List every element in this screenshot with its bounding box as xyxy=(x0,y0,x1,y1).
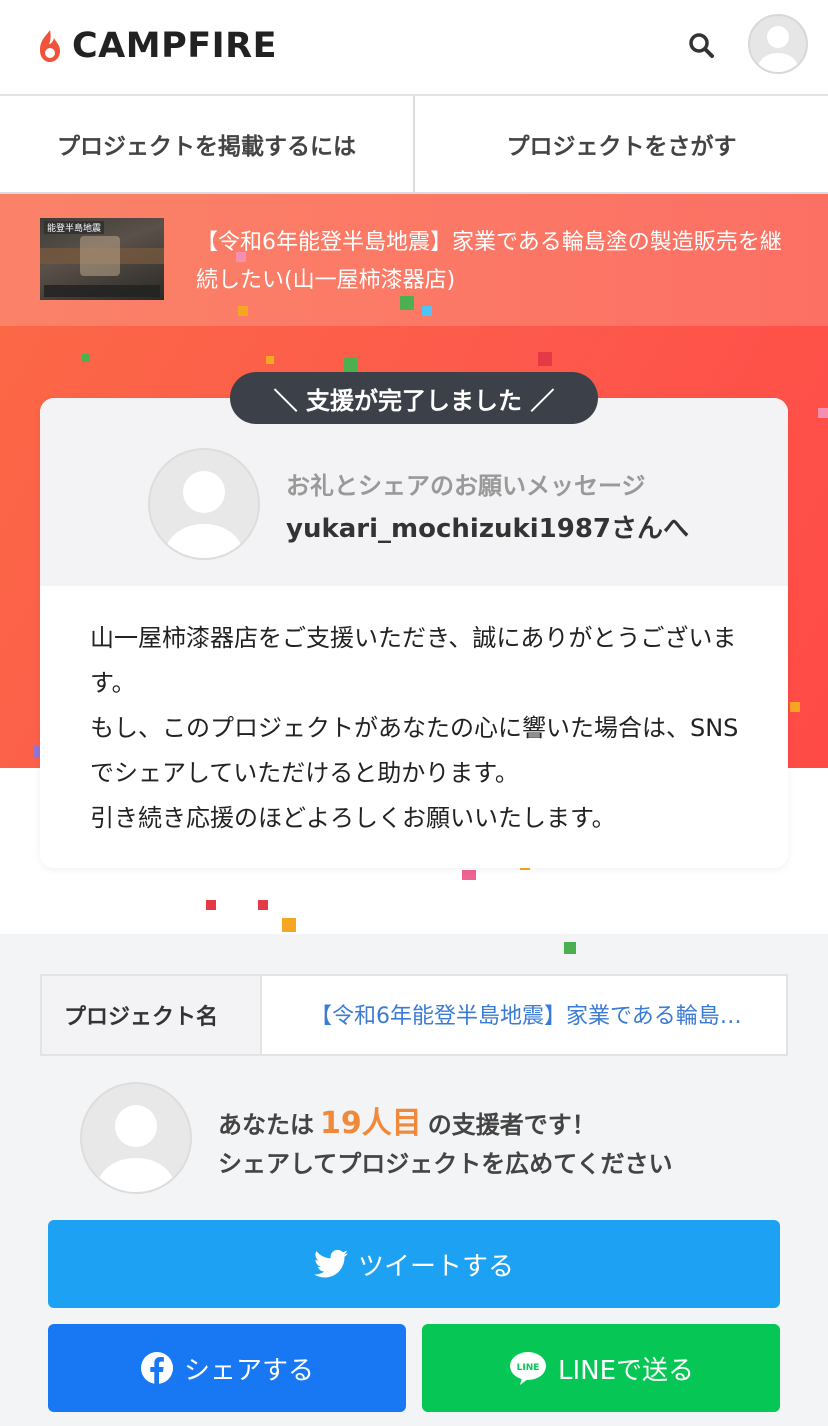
confetti xyxy=(282,918,296,932)
message-line: 山一屋柿漆器店をご支援いただき、誠にありがとうございます。 xyxy=(90,624,737,697)
flame-icon xyxy=(40,30,60,62)
user-avatar-icon xyxy=(98,1105,174,1192)
confetti xyxy=(82,354,90,362)
header: CAMPFIRE xyxy=(0,0,828,96)
project-name-link[interactable]: 【令和6年能登半島地震】家業である輪島塗の製造販売を継続したい(山一屋柿漆器店) xyxy=(262,976,786,1054)
completion-card: お礼とシェアのお願いメッセージ yukari_mochizuki1987さんへ … xyxy=(40,398,788,868)
tweet-label: ツイートする xyxy=(357,1251,514,1282)
rank-prefix: あなたは xyxy=(218,1111,314,1139)
nav-item-find-project[interactable]: プロジェクトをさがす xyxy=(415,96,828,192)
line-send-button[interactable]: LINE LINEで送る xyxy=(422,1324,780,1412)
confetti xyxy=(818,408,828,418)
line-icon: LINE xyxy=(509,1352,546,1385)
svg-text:LINE: LINE xyxy=(517,1363,540,1373)
thumbnail-caption: 能登半島地震 xyxy=(44,221,105,234)
confetti xyxy=(538,352,552,366)
owner-avatar xyxy=(148,448,260,560)
top-nav: プロジェクトを掲載するには プロジェクトをさがす xyxy=(0,96,828,194)
confetti xyxy=(266,356,274,364)
campfire-logo[interactable]: CAMPFIRE xyxy=(36,24,277,68)
line-label: LINEで送る xyxy=(557,1355,695,1386)
supporter-avatar xyxy=(80,1082,192,1194)
rank-suffix: の支援者です！ xyxy=(427,1111,596,1139)
facebook-share-button[interactable]: シェアする xyxy=(48,1324,406,1412)
message-line: もし、このプロジェクトがあなたの心に響いた場合は、SNSでシェアしていただけると… xyxy=(90,714,739,787)
confetti xyxy=(462,870,476,880)
user-avatar-icon xyxy=(758,26,798,72)
search-button[interactable] xyxy=(684,28,720,64)
confetti xyxy=(206,900,216,910)
confetti xyxy=(258,900,268,910)
search-icon xyxy=(689,33,714,58)
message-line: 引き続き応援のほどよろしくお願いいたします。 xyxy=(90,804,616,832)
confetti xyxy=(238,306,248,316)
user-avatar-button[interactable] xyxy=(748,14,808,74)
nav-item-post-project[interactable]: プロジェクトを掲載するには xyxy=(0,96,415,192)
thank-you-message: 山一屋柿漆器店をご支援いただき、誠にありがとうございます。 もし、このプロジェク… xyxy=(90,616,750,841)
thumbnail-shape xyxy=(80,236,120,276)
confetti xyxy=(422,306,432,316)
project-info-table: プロジェクト名 【令和6年能登半島地震】家業である輪島塗の製造販売を継続したい(… xyxy=(40,974,788,1056)
completion-badge: ＼ 支援が完了しました ／ xyxy=(230,372,598,424)
page: CAMPFIRE プロジェクトを掲載するには プロジェクトをさがす 能登半島地震… xyxy=(0,0,828,1426)
supporter-count: 19人目 xyxy=(320,1106,422,1141)
project-title-link[interactable]: 【令和6年能登半島地震】家業である輪島塗の製造販売を継続したい(山一屋柿漆器店) xyxy=(196,224,796,300)
supporter-rank-text: あなたは 19人目 の支援者です！ xyxy=(218,1098,596,1142)
confetti xyxy=(236,252,246,262)
confetti xyxy=(344,358,358,372)
message-subtitle: お礼とシェアのお願いメッセージ xyxy=(286,472,646,500)
user-avatar-icon xyxy=(166,471,242,558)
thumbnail-shape xyxy=(44,285,160,297)
recipient-name: yukari_mochizuki1987さんへ xyxy=(286,514,690,544)
logo-text: CAMPFIRE xyxy=(72,26,278,66)
twitter-icon xyxy=(313,1249,348,1278)
confetti xyxy=(564,942,576,954)
confetti xyxy=(790,702,800,712)
share-prompt: シェアしてプロジェクトを広めてください xyxy=(218,1150,673,1178)
project-thumbnail[interactable]: 能登半島地震 xyxy=(40,218,164,300)
facebook-label: シェアする xyxy=(183,1355,314,1386)
tweet-button[interactable]: ツイートする xyxy=(48,1220,780,1308)
facebook-icon xyxy=(140,1352,173,1385)
confetti xyxy=(400,296,414,310)
table-label: プロジェクト名 xyxy=(42,976,262,1054)
